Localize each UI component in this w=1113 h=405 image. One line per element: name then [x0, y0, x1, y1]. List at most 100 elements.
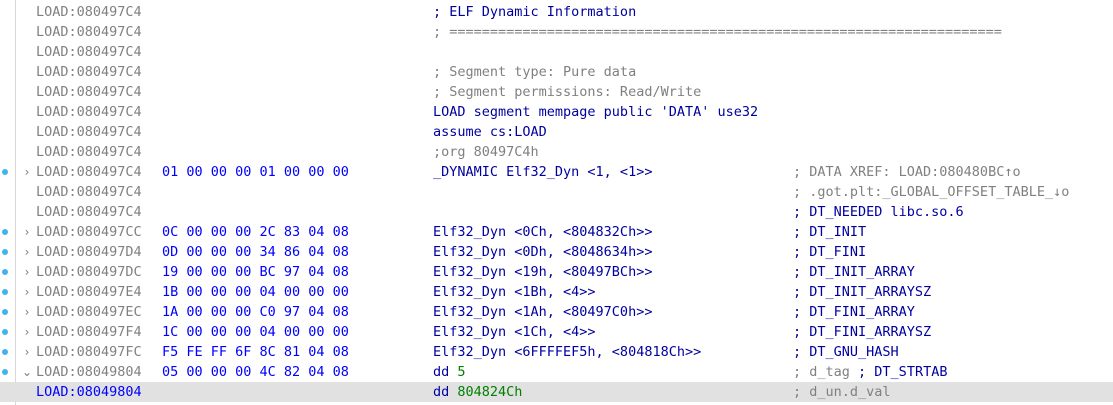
instruction: Elf32_Dyn <1Bh, <4>>	[433, 284, 596, 300]
expand-chevron-icon[interactable]: ›	[21, 242, 33, 262]
line-address: LOAD:080497C4	[36, 104, 142, 120]
expand-chevron-icon[interactable]: ›	[21, 262, 33, 282]
instruction: dd 5	[433, 362, 466, 382]
line-comment: ; DT_FINI_ARRAY	[793, 304, 915, 320]
disasm-line[interactable]: › LOAD:080497EC 1A 00 00 00 C0 97 04 08 Elf…	[0, 302, 1113, 322]
instruction: Elf32_Dyn <1Ah, <80497C0h>>	[433, 304, 653, 320]
instruction: LOAD segment mempage public 'DATA' use32	[433, 104, 759, 120]
opcode-bytes: F5 FE FF 6F 8C 81 04 08	[162, 344, 349, 360]
line-comment: ; DT_INIT_ARRAYSZ	[793, 284, 932, 300]
line-address: LOAD:080497CC	[36, 224, 142, 240]
opcode-bytes: 1A 00 00 00 C0 97 04 08	[162, 304, 349, 320]
disasm-line[interactable]: LOAD:080497C4 ; =========================…	[0, 22, 1113, 42]
instruction-mnemonic: dd	[433, 364, 450, 380]
line-comment: ; DT_FINI	[793, 244, 867, 260]
line-address: LOAD:080497FC	[36, 344, 142, 360]
selected-line[interactable]: LOAD:08049804 dd 804824Ch ; d_un.d_val	[0, 382, 1113, 402]
opcode-bytes: 0C 00 00 00 2C 83 04 08	[162, 224, 349, 240]
line-address: LOAD:080497DC	[36, 264, 142, 280]
line-comment: ; DT_NEEDED libc.so.6	[793, 204, 964, 220]
line-marker-icon[interactable]	[2, 309, 8, 315]
line-marker-icon[interactable]	[2, 229, 8, 235]
opcode-bytes: 05 00 00 00 4C 82 04 08	[162, 364, 349, 380]
disasm-line[interactable]: LOAD:080497C4 ; Segment permissions: Read…	[0, 82, 1113, 102]
disasm-line[interactable]: LOAD:080497C4 ; ELF Dynamic Information	[0, 2, 1113, 22]
opcode-bytes: 01 00 00 00 01 00 00 00	[162, 164, 349, 180]
line-marker-icon[interactable]	[2, 169, 8, 175]
line-address: LOAD:080497C4	[36, 144, 142, 160]
opcode-bytes: 1C 00 00 00 04 00 00 00	[162, 324, 349, 340]
instruction: ; Segment permissions: Read/Write	[433, 84, 702, 100]
disasm-line[interactable]: LOAD:080497C4 assume cs:LOAD	[0, 122, 1113, 142]
line-address: LOAD:080497C4	[36, 124, 142, 140]
collapse-chevron-icon[interactable]: ⌄	[21, 362, 33, 382]
line-address: LOAD:08049804	[36, 384, 142, 400]
line-marker-icon[interactable]	[2, 289, 8, 295]
disasm-line[interactable]: LOAD:080497C4 ; DT_NEEDED libc.so.6	[0, 202, 1113, 222]
instruction-operand: 5	[457, 364, 466, 380]
opcode-bytes: 19 00 00 00 BC 97 04 08	[162, 264, 349, 280]
instruction: assume cs:LOAD	[433, 124, 547, 140]
instruction: ;org 80497C4h	[433, 144, 539, 160]
instruction: Elf32_Dyn <6FFFFEF5h, <804818Ch>>	[433, 344, 702, 360]
opcode-bytes: 0D 00 00 00 34 86 04 08	[162, 244, 349, 260]
line-address: LOAD:080497C4	[36, 164, 142, 180]
disasm-line[interactable]: › LOAD:080497DC 19 00 00 00 BC 97 04 08 Elf…	[0, 262, 1113, 282]
line-address: LOAD:080497E4	[36, 284, 142, 300]
line-address: LOAD:080497C4	[36, 184, 142, 200]
instruction: dd 804824Ch	[433, 382, 522, 402]
line-address: LOAD:080497C4	[36, 44, 142, 60]
line-address: LOAD:080497C4	[36, 24, 142, 40]
instruction-operand: 804824Ch	[457, 384, 523, 400]
disasm-line[interactable]: › LOAD:080497E4 1B 00 00 00 04 00 00 00 Elf…	[0, 282, 1113, 302]
line-marker-icon[interactable]	[2, 349, 8, 355]
line-marker-icon[interactable]	[2, 249, 8, 255]
line-address: LOAD:080497D4	[36, 244, 142, 260]
disassembly-view[interactable]: LOAD:080497C4; ELF Dynamic Information LO…	[0, 0, 1113, 405]
disasm-line[interactable]: LOAD:080497C4 ; Segment type: Pure data	[0, 62, 1113, 82]
line-address: LOAD:080497C4	[36, 204, 142, 220]
opcode-bytes: 1B 00 00 00 04 00 00 00	[162, 284, 349, 300]
disasm-line[interactable]: LOAD:080497C4 LOAD segment mempage public…	[0, 102, 1113, 122]
comment-part: ; d_tag	[793, 364, 850, 380]
disasm-line[interactable]: › LOAD:080497CC 0C 00 00 00 2C 83 04 08 Elf…	[0, 222, 1113, 242]
instruction: ; ELF Dynamic Information	[433, 4, 637, 20]
line-address: LOAD:080497C4	[36, 64, 142, 80]
line-comment: ; DATA XREF: LOAD:080480BC↑o	[793, 164, 1021, 180]
disasm-line[interactable]: LOAD:080497C4	[0, 42, 1113, 62]
line-comment: ; DT_INIT_ARRAY	[793, 264, 915, 280]
line-marker-icon[interactable]	[2, 269, 8, 275]
instruction-mnemonic: dd	[433, 384, 450, 400]
expand-chevron-icon[interactable]: ›	[21, 342, 33, 362]
instruction: ; ======================================…	[433, 24, 1002, 40]
instruction: _DYNAMIC Elf32_Dyn <1, <1>>	[433, 164, 653, 180]
line-comment: ; DT_INIT	[793, 224, 867, 240]
disasm-line[interactable]: › LOAD:080497C4 01 00 00 00 01 00 00 00 _DY…	[0, 162, 1113, 182]
line-address: LOAD:080497C4	[36, 84, 142, 100]
expand-chevron-icon[interactable]: ›	[21, 322, 33, 342]
line-comment: ; DT_FINI_ARRAYSZ	[793, 324, 932, 340]
line-address: LOAD:08049804	[36, 364, 142, 380]
disasm-line[interactable]: › LOAD:080497F4 1C 00 00 00 04 00 00 00 Elf…	[0, 322, 1113, 342]
expand-chevron-icon[interactable]: ›	[21, 162, 33, 182]
disasm-line[interactable]: › LOAD:080497D4 0D 00 00 00 34 86 04 08 Elf…	[0, 242, 1113, 262]
comment-part: ; DT_STRTAB	[858, 364, 948, 380]
instruction: Elf32_Dyn <1Ch, <4>>	[433, 324, 596, 340]
line-marker-icon[interactable]	[2, 329, 8, 335]
disasm-line[interactable]: ⌄ LOAD:08049804 05 00 00 00 4C 82 04 08 dd …	[0, 362, 1113, 382]
instruction: Elf32_Dyn <0Dh, <8048634h>>	[433, 244, 653, 260]
instruction: Elf32_Dyn <19h, <80497BCh>>	[433, 264, 653, 280]
expand-chevron-icon[interactable]: ›	[21, 302, 33, 322]
line-comment: ; .got.plt:_GLOBAL_OFFSET_TABLE_↓o	[793, 184, 1070, 200]
line-address: LOAD:080497C4	[36, 4, 142, 20]
disasm-line[interactable]: LOAD:080497C4 ; .got.plt:_GLOBAL_OFFSET_T…	[0, 182, 1113, 202]
expand-chevron-icon[interactable]: ›	[21, 282, 33, 302]
disasm-line[interactable]: › LOAD:080497FC F5 FE FF 6F 8C 81 04 08 Elf…	[0, 342, 1113, 362]
disasm-line[interactable]: LOAD:080497C4 ;org 80497C4h	[0, 142, 1113, 162]
line-address: LOAD:080497EC	[36, 304, 142, 320]
line-comment: ; d_un.d_val	[793, 384, 891, 400]
instruction: Elf32_Dyn <0Ch, <804832Ch>>	[433, 224, 653, 240]
line-comment: ; d_tag ; DT_STRTAB	[793, 362, 947, 382]
line-marker-icon[interactable]	[2, 369, 8, 375]
expand-chevron-icon[interactable]: ›	[21, 222, 33, 242]
